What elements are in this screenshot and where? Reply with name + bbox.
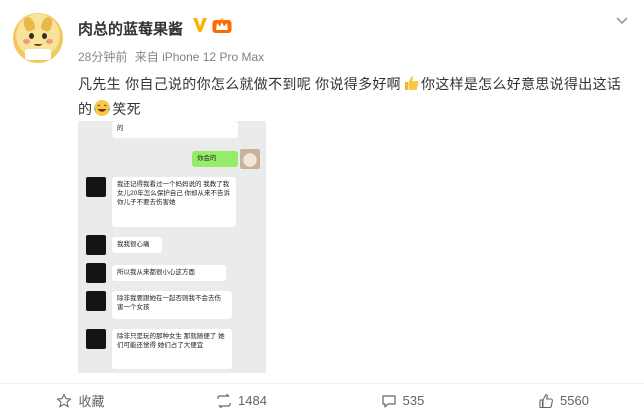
chat-avatar xyxy=(86,235,106,255)
chat-bubble: 的 xyxy=(112,121,238,138)
comment-button[interactable]: 535 xyxy=(322,384,483,417)
source-prefix: 来自 xyxy=(134,50,159,64)
chat-avatar xyxy=(86,329,106,349)
avatar[interactable] xyxy=(13,13,63,63)
chat-avatar xyxy=(86,291,106,311)
avatar-tag xyxy=(25,49,51,60)
chat-bubble: 除非我要跟她在一起否则我不会去伤害一个女孩 xyxy=(112,291,232,319)
repost-icon xyxy=(217,393,231,408)
avatar-cheek xyxy=(23,39,30,44)
avatar-eye xyxy=(42,33,47,39)
weibo-post: 肉总的蓝莓果酱 28分钟前 来自 iPhone 12 Pro Max 凡先生 你… xyxy=(0,0,644,417)
chat-bubble: 除非只是玩的那种女生 那就随便了 她们可能还觉得 她们占了大便宜 xyxy=(112,329,232,369)
like-count: 5560 xyxy=(560,393,589,408)
post-text-part: 凡先生 你自己说的你怎么就做不到呢 你说得多好啊 xyxy=(78,76,401,92)
comment-icon xyxy=(382,394,396,408)
chat-bubble: 所以我从来都很小心这方面 xyxy=(112,265,226,281)
chevron-down-icon[interactable] xyxy=(614,12,630,28)
favorite-label: 收藏 xyxy=(78,394,105,409)
repost-count: 1484 xyxy=(238,393,267,408)
avatar-eye xyxy=(29,33,34,39)
comment-count: 535 xyxy=(402,393,425,408)
username[interactable]: 肉总的蓝莓果酱 xyxy=(78,18,183,39)
laughing-tears-emoji xyxy=(94,100,111,116)
member-badge-icon[interactable] xyxy=(212,18,232,34)
repost-button[interactable]: 1484 xyxy=(161,384,322,417)
source-device: iPhone 12 Pro Max xyxy=(162,50,265,64)
chat-avatar xyxy=(86,177,106,197)
avatar-cat xyxy=(240,149,260,169)
chat-bubble: 你会的 xyxy=(192,151,238,167)
star-icon xyxy=(56,392,73,408)
post-text-part: 笑死 xyxy=(112,101,141,117)
chat-bubble: 我我很心痛 xyxy=(112,237,162,253)
chat-avatar xyxy=(86,263,106,283)
chat-screenshot[interactable]: 的 你会的 我还记得我看过一个妈妈说的 我教了我女儿20年怎么保护自己 你却从来… xyxy=(78,121,266,373)
v-badge-icon[interactable] xyxy=(192,16,208,34)
post-text: 凡先生 你自己说的你怎么就做不到呢 你说得多好啊 你这样是怎么好意思说得出这话的… xyxy=(78,72,634,122)
post-time[interactable]: 28分钟前 xyxy=(78,50,127,64)
avatar-ear xyxy=(21,15,37,33)
post-meta: 28分钟前 来自 iPhone 12 Pro Max xyxy=(78,48,264,65)
avatar-mouth xyxy=(34,42,42,46)
chat-bubble: 我还记得我看过一个妈妈说的 我教了我女儿20年怎么保护自己 你却从来不告诉你儿子… xyxy=(112,177,236,227)
avatar-cheek xyxy=(46,39,53,44)
action-bar: 收藏 1484 535 5560 xyxy=(0,384,644,417)
thumbs-up-icon xyxy=(539,393,553,408)
thumbs-up-emoji xyxy=(404,76,419,90)
favorite-button[interactable]: 收藏 xyxy=(0,384,161,417)
avatar-ear xyxy=(39,15,55,33)
like-button[interactable]: 5560 xyxy=(483,384,644,417)
